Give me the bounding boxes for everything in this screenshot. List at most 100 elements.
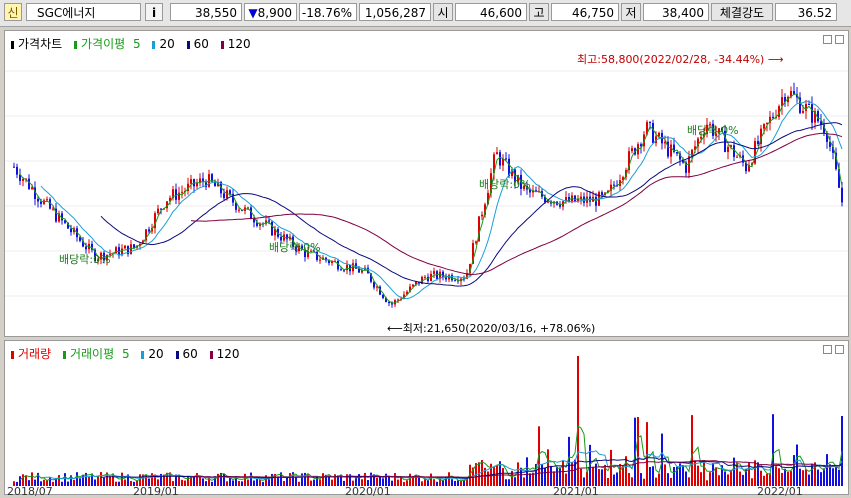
volume-bar: [805, 469, 807, 486]
stock-name-field[interactable]: SGC에너지: [26, 3, 141, 21]
candle-body: [52, 208, 54, 210]
price-ma-120: 120: [227, 37, 251, 51]
series-marker-icon: [11, 350, 14, 359]
volume-chart-panel[interactable]: 거래량 거래이평 5 20 60 120 2018/07 2019/01 202…: [4, 340, 849, 498]
x-axis-label: 2018/07: [7, 485, 53, 498]
volume-bar: [217, 473, 219, 486]
volume-bar: [109, 476, 111, 486]
candle-body: [649, 121, 651, 123]
volume-chart-canvas[interactable]: [5, 341, 848, 494]
info-icon[interactable]: i: [145, 3, 163, 21]
volume-bar: [637, 417, 639, 486]
maximize-panel-button[interactable]: [835, 345, 844, 354]
candle-body: [475, 241, 477, 244]
volume-bar: [199, 477, 201, 486]
volume-bar: [775, 466, 777, 486]
price-chart-panel[interactable]: 가격차트 가격이평 5 20 60 120 최고:58,800(2022/02/…: [4, 30, 849, 337]
market-badge: 신: [4, 3, 22, 21]
volume-bar: [247, 479, 249, 486]
volume-bar: [118, 481, 120, 486]
volume-bar: [817, 469, 819, 486]
volume-ma-60: 60: [182, 347, 198, 361]
candle-body: [757, 141, 759, 145]
series-marker-icon: [186, 40, 190, 49]
strength-value: 36.52: [775, 3, 837, 21]
candle-body: [763, 124, 765, 129]
volume-bar: [523, 477, 525, 486]
volume-bar: [658, 473, 660, 486]
price-chart-canvas[interactable]: [5, 31, 848, 336]
volume-bar: [553, 471, 555, 486]
minimize-panel-button[interactable]: [823, 345, 832, 354]
candle-body: [499, 152, 501, 166]
price-ma-5: 5: [133, 37, 141, 51]
volume-bar: [649, 466, 651, 486]
volume-bar: [394, 473, 396, 486]
annotation-low: ⟵최저:21,650(2020/03/16, +78.06%): [387, 322, 596, 335]
change-percent: -18.76%: [299, 3, 357, 21]
volume-bar: [586, 471, 588, 486]
candle-body: [223, 193, 225, 199]
volume-bar: [655, 477, 657, 486]
volume-bar: [259, 479, 261, 486]
volume-bar: [88, 476, 90, 486]
volume-bar: [256, 479, 258, 486]
volume-bar: [481, 460, 483, 486]
volume-bar: [550, 465, 552, 486]
candle-body: [652, 122, 654, 144]
candle-body: [253, 219, 255, 223]
volume-bar: [508, 479, 510, 486]
volume-bar: [607, 477, 609, 486]
volume-bar: [193, 476, 195, 486]
volume-bar: [700, 472, 702, 486]
volume-bar: [241, 481, 243, 486]
volume-bar: [715, 467, 717, 486]
candle-body: [85, 246, 87, 250]
series-marker-icon: [11, 40, 14, 49]
candle-body: [148, 229, 150, 232]
candle-body: [388, 302, 390, 304]
change-amount: 8,900: [257, 6, 292, 20]
volume-bar: [184, 480, 186, 486]
volume-bar: [568, 436, 570, 486]
candle-body: [676, 152, 678, 154]
volume-bar: [130, 480, 132, 486]
volume-bar: [322, 473, 324, 486]
candle-body: [229, 190, 231, 194]
maximize-panel-button[interactable]: [835, 35, 844, 44]
volume-bar: [181, 479, 183, 486]
volume-ma-5: 5: [121, 347, 130, 361]
volume-bar: [121, 472, 123, 486]
arrow-right-icon: ⟶: [767, 53, 784, 66]
candle-body: [433, 271, 435, 274]
candle-body: [811, 104, 813, 123]
x-axis-label: 2021/01: [553, 485, 599, 498]
volume-bar: [667, 473, 669, 486]
volume-bar: [616, 472, 618, 486]
candle-body: [727, 147, 729, 153]
volume-bar: [784, 468, 786, 486]
volume-bar: [397, 479, 399, 486]
volume-bar: [832, 468, 834, 486]
volume-bar: [301, 473, 303, 486]
volume-bar: [289, 473, 291, 486]
candle-body: [667, 141, 669, 157]
minimize-panel-button[interactable]: [823, 35, 832, 44]
volume-bar: [313, 479, 315, 486]
volume-bar: [202, 478, 204, 486]
volume-bar: [652, 466, 654, 486]
volume-ma-120: 120: [216, 347, 240, 361]
candle-body: [481, 214, 483, 217]
volume-bar: [61, 481, 63, 486]
low-label: 저: [621, 3, 641, 21]
price-ma-20: 20: [159, 37, 175, 51]
volume-bar: [244, 473, 246, 486]
volume-bar: [751, 478, 753, 486]
candle-body: [133, 244, 135, 248]
arrow-left-icon: ⟵: [387, 322, 403, 335]
candle-body: [658, 132, 660, 137]
series-marker-icon: [141, 350, 145, 359]
candle-body: [631, 148, 633, 152]
volume-bar: [571, 462, 573, 486]
volume-bar: [598, 469, 600, 486]
